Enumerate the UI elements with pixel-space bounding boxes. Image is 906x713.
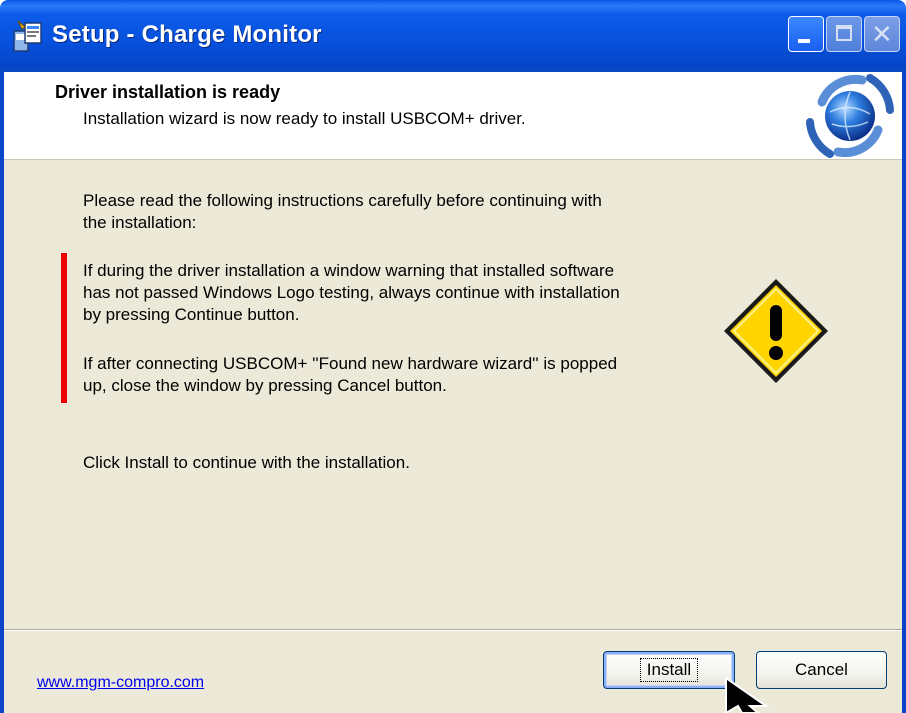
window-frame-right (902, 72, 906, 713)
warning-text-found-hardware: If after connecting USBCOM+ ''Found new … (83, 354, 618, 395)
page-subtitle: Installation wizard is now ready to inst… (83, 109, 526, 128)
close-button[interactable]: ✕ (864, 16, 900, 52)
window-frame-left (0, 72, 4, 713)
instructions-intro: Please read the following instructions c… (83, 191, 602, 232)
cancel-button[interactable]: Cancel (756, 651, 887, 689)
close-icon: ✕ (871, 19, 893, 49)
wizard-body: Please read the following instructions c… (0, 160, 906, 713)
setup-globe-icon (806, 74, 894, 158)
setup-installer-icon (13, 20, 42, 52)
click-install-text: Click Install to continue with the insta… (83, 453, 410, 472)
page-title: Driver installation is ready (55, 82, 281, 102)
mouse-pointer-icon (725, 676, 770, 713)
wizard-header: Driver installation is ready Installatio… (0, 72, 906, 160)
minimize-icon (798, 39, 810, 43)
maximize-icon (836, 25, 852, 41)
install-button-label: Install (639, 658, 699, 682)
setup-window: Setup - Charge Monitor ✕ Driver installa… (0, 0, 906, 713)
maximize-button[interactable] (826, 16, 862, 52)
website-link[interactable]: www.mgm-compro.com (37, 674, 204, 692)
warning-text-logo-testing: If during the driver installation a wind… (83, 261, 620, 324)
minimize-button[interactable] (788, 16, 824, 52)
window-title: Setup - Charge Monitor (52, 21, 322, 48)
warning-highlight-bar (61, 253, 67, 403)
title-bar[interactable]: Setup - Charge Monitor ✕ (0, 0, 906, 72)
warning-icon (724, 279, 828, 383)
footer-separator (0, 629, 906, 631)
install-button[interactable]: Install (603, 651, 735, 689)
